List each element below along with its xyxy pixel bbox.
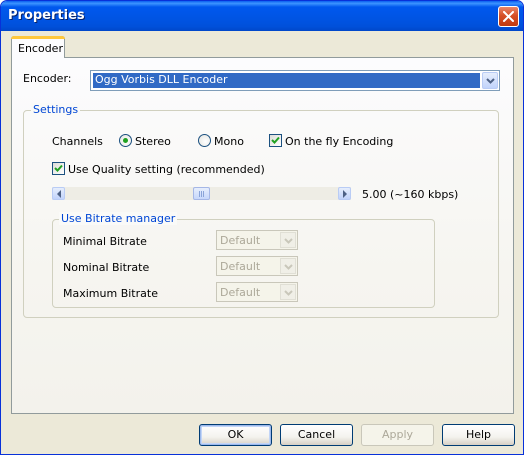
scroll-left-button[interactable] [52, 187, 65, 200]
apply-button[interactable]: Apply [361, 424, 434, 446]
close-icon [503, 11, 514, 22]
chevron-down-icon [284, 238, 293, 244]
encoder-selected-value: Ogg Vorbis DLL Encoder [93, 73, 480, 88]
checkmark-icon [54, 164, 63, 172]
stereo-radio[interactable] [119, 134, 132, 147]
cancel-button[interactable]: Cancel [280, 424, 353, 446]
mono-radio[interactable] [198, 134, 211, 147]
nominal-bitrate-value: Default [220, 260, 261, 273]
maximum-bitrate-select[interactable]: Default [216, 282, 298, 302]
close-button[interactable] [498, 6, 519, 27]
quality-slider-thumb[interactable] [193, 187, 210, 200]
encoder-label: Encoder: [23, 72, 72, 85]
maximum-bitrate-value: Default [220, 286, 261, 299]
arrow-right-icon [343, 190, 347, 198]
settings-group-title: Settings [31, 103, 81, 116]
chevron-down-icon [284, 290, 293, 296]
nominal-bitrate-select[interactable]: Default [216, 256, 298, 276]
properties-window: Properties Encoder: Ogg Vorbis DLL Encod… [0, 0, 524, 455]
encoder-dropdown-button[interactable] [482, 72, 498, 89]
minimal-bitrate-value: Default [220, 234, 261, 247]
mono-label[interactable]: Mono [214, 135, 244, 148]
channels-label: Channels [52, 135, 103, 148]
chevron-down-icon [486, 78, 495, 84]
use-quality-checkbox[interactable] [52, 162, 65, 175]
title-bar[interactable]: Properties [1, 1, 523, 31]
tab-encoder-label: Encoder [18, 42, 63, 55]
bitrate-manager-title: Use Bitrate manager [59, 212, 178, 225]
tab-encoder[interactable]: Encoder [11, 36, 65, 58]
help-button[interactable]: Help [442, 424, 515, 446]
encoder-select[interactable]: Ogg Vorbis DLL Encoder [90, 70, 500, 91]
quality-readout: 5.00 (~160 kbps) [362, 188, 459, 201]
on-the-fly-checkbox[interactable] [269, 134, 282, 147]
chevron-down-icon [284, 264, 293, 270]
nominal-bitrate-label: Nominal Bitrate [63, 261, 150, 274]
minimal-bitrate-label: Minimal Bitrate [63, 235, 147, 248]
on-the-fly-label[interactable]: On the fly Encoding [285, 135, 393, 148]
stereo-label[interactable]: Stereo [135, 135, 171, 148]
scroll-right-button[interactable] [338, 187, 351, 200]
quality-scrollbar[interactable] [52, 187, 351, 200]
maximum-bitrate-label: Maximum Bitrate [63, 287, 158, 300]
arrow-left-icon [57, 190, 61, 198]
checkmark-icon [271, 136, 280, 144]
ok-button[interactable]: OK [199, 424, 272, 446]
use-quality-label[interactable]: Use Quality setting (recommended) [68, 163, 265, 176]
window-title: Properties [8, 8, 85, 23]
minimal-bitrate-select[interactable]: Default [216, 230, 298, 250]
